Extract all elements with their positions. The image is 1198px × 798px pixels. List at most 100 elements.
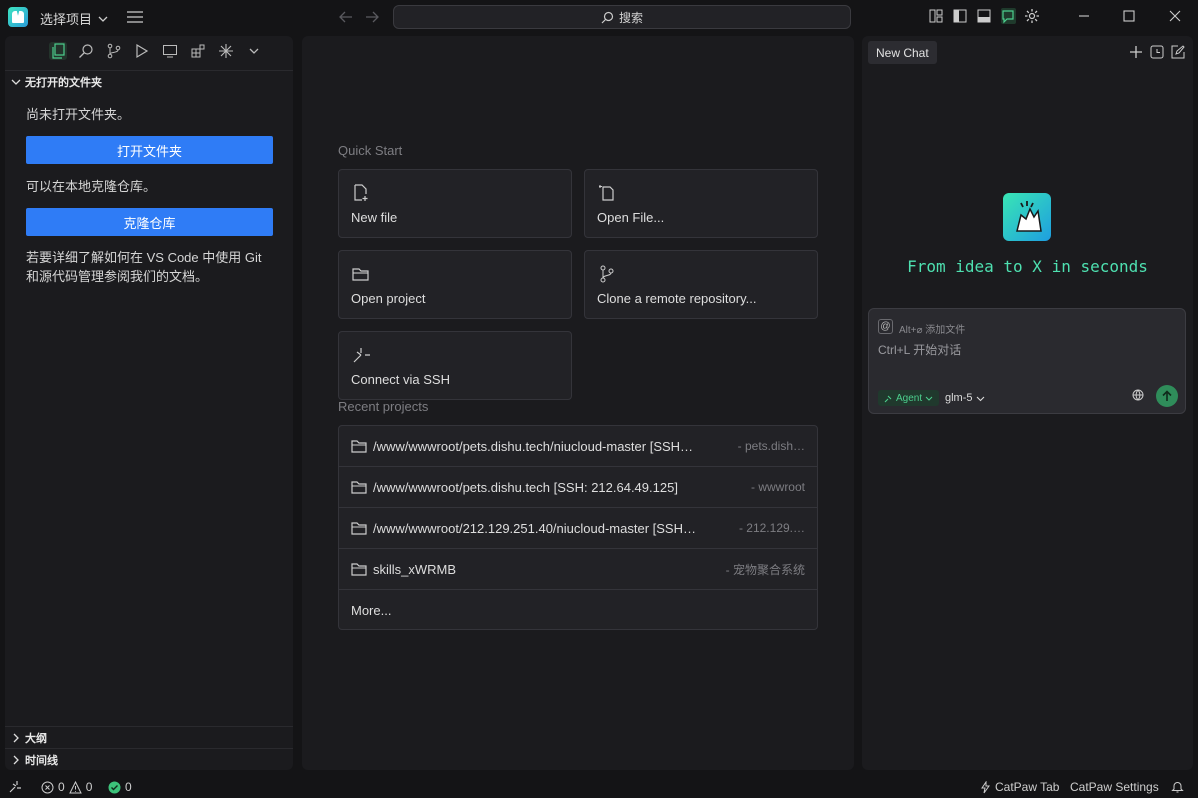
timeline-label: 时间线 xyxy=(25,754,58,767)
edit-icon[interactable] xyxy=(1171,45,1185,59)
error-icon xyxy=(41,781,54,793)
section-header-timeline[interactable]: 时间线 xyxy=(5,748,293,770)
more-views-dropdown[interactable] xyxy=(245,42,263,60)
status-bar: 0 0 0 CatPaw Tab CatPaw Settings xyxy=(0,777,1198,798)
check-status-indicator[interactable]: 0 xyxy=(108,780,132,794)
new-file-label: New file xyxy=(351,210,398,225)
error-count: 0 xyxy=(58,780,65,794)
clone-remote-label: Clone a remote repository... xyxy=(597,291,757,306)
forward-arrow-icon[interactable] xyxy=(365,10,379,24)
clone-repo-button[interactable]: 克隆仓库 xyxy=(26,208,273,236)
chevron-down-icon xyxy=(249,48,259,54)
recent-project-path: /www/wwwroot/pets.dishu.tech/niucloud-ma… xyxy=(373,438,694,454)
problems-indicator[interactable]: 0 0 xyxy=(41,780,92,794)
catpaw-tab[interactable] xyxy=(217,42,235,60)
remote-indicator-icon xyxy=(9,781,21,793)
explorer-tab[interactable] xyxy=(49,42,67,60)
new-file-icon xyxy=(354,184,368,201)
git-doc-line-1: 若要详细了解如何在 VS Code 中使用 Git xyxy=(26,250,262,265)
welcome-editor: Quick Start New file Open File... Open p… xyxy=(302,36,854,770)
settings-gear-icon[interactable] xyxy=(1024,8,1040,24)
mention-button[interactable]: @ xyxy=(878,319,893,334)
activity-bar xyxy=(49,42,263,60)
send-button[interactable] xyxy=(1156,385,1178,407)
customize-layout-icon[interactable] xyxy=(928,8,944,24)
section-header-no-folder[interactable]: 无打开的文件夹 xyxy=(5,70,293,92)
search-tab[interactable] xyxy=(77,42,95,60)
folder-icon xyxy=(351,440,367,453)
close-window-icon[interactable] xyxy=(1168,9,1182,23)
open-folder-button[interactable]: 打开文件夹 xyxy=(26,136,273,164)
chat-input-placeholder[interactable]: Ctrl+L 开始对话 xyxy=(878,341,961,358)
extensions-icon xyxy=(191,44,205,58)
minimize-window-icon[interactable] xyxy=(1077,9,1091,23)
git-branch-icon xyxy=(600,265,614,283)
sparkle-icon xyxy=(219,44,233,58)
run-debug-tab[interactable] xyxy=(133,42,151,60)
check-count: 0 xyxy=(125,780,132,794)
title-bar: 选择项目 搜索 xyxy=(0,0,1198,35)
git-doc-text: 若要详细了解如何在 VS Code 中使用 Git 和源代码管理参阅我们的文档。 xyxy=(26,248,261,286)
history-icon[interactable] xyxy=(1150,45,1164,59)
search-icon xyxy=(79,44,93,58)
open-file-icon xyxy=(599,185,614,201)
chevron-down-icon xyxy=(976,396,984,401)
catpaw-logo xyxy=(1003,193,1051,241)
toggle-chat-icon[interactable] xyxy=(1000,8,1016,24)
clone-remote-card[interactable]: Clone a remote repository... xyxy=(584,250,818,319)
add-file-hint[interactable]: Alt+⌀ 添加文件 xyxy=(899,321,965,336)
quick-start-title: Quick Start xyxy=(338,143,403,158)
project-select[interactable]: 选择项目 xyxy=(40,9,108,28)
bell-icon xyxy=(1171,782,1184,793)
catpaw-tab-status[interactable]: CatPaw Tab xyxy=(980,780,1059,794)
high-five-hands-icon xyxy=(1016,201,1042,232)
files-icon xyxy=(52,43,65,59)
globe-icon[interactable] xyxy=(1132,389,1144,401)
extensions-tab[interactable] xyxy=(189,42,207,60)
recent-project-item[interactable]: /www/wwwroot/pets.dishu.tech/niucloud-ma… xyxy=(339,426,817,467)
new-chat-tab[interactable]: New Chat xyxy=(868,41,937,64)
outline-label: 大纲 xyxy=(25,732,47,745)
chat-input-box[interactable]: @ Alt+⌀ 添加文件 Ctrl+L 开始对话 Agent glm-5 xyxy=(868,308,1186,414)
hamburger-menu-icon[interactable] xyxy=(126,10,144,24)
model-label: glm-5 xyxy=(945,392,973,404)
search-icon xyxy=(601,11,614,23)
recent-project-item[interactable]: skills_xWRMB - 宠物聚合系统 xyxy=(339,549,817,590)
recent-project-item[interactable]: /www/wwwroot/pets.dishu.tech [SSH: 212.6… xyxy=(339,467,817,508)
back-arrow-icon[interactable] xyxy=(339,10,353,24)
model-select[interactable]: glm-5 xyxy=(945,390,985,406)
maximize-window-icon[interactable] xyxy=(1122,9,1136,23)
open-file-card[interactable]: Open File... xyxy=(584,169,818,238)
catpaw-settings-label: CatPaw Settings xyxy=(1070,780,1159,794)
recent-project-item[interactable]: /www/wwwroot/212.129.251.40/niucloud-mas… xyxy=(339,508,817,549)
notifications-indicator[interactable] xyxy=(1171,780,1184,793)
toggle-primary-sidebar-icon[interactable] xyxy=(952,8,968,24)
more-label: More... xyxy=(351,603,392,618)
new-file-card[interactable]: New file xyxy=(338,169,572,238)
connect-ssh-card[interactable]: Connect via SSH xyxy=(338,331,572,400)
primary-sidebar: 无打开的文件夹 尚未打开文件夹。 打开文件夹 可以在本地克隆仓库。 克隆仓库 若… xyxy=(5,36,293,770)
recent-projects-list: /www/wwwroot/pets.dishu.tech/niucloud-ma… xyxy=(338,425,818,630)
remote-indicator[interactable] xyxy=(9,780,22,793)
clone-hint-text: 可以在本地克隆仓库。 xyxy=(26,179,157,194)
recent-project-path: /www/wwwroot/212.129.251.40/niucloud-mas… xyxy=(373,520,696,536)
remote-explorer-tab[interactable] xyxy=(161,42,179,60)
source-control-tab[interactable] xyxy=(105,42,123,60)
git-doc-line-2[interactable]: 和源代码管理参阅我们的文档。 xyxy=(26,267,261,286)
warning-count: 0 xyxy=(85,780,93,794)
command-search-box[interactable]: 搜索 xyxy=(393,5,851,29)
agent-mode-select[interactable]: Agent xyxy=(878,390,940,406)
open-project-card[interactable]: Open project xyxy=(338,250,572,319)
section-header-outline[interactable]: 大纲 xyxy=(5,726,293,748)
recent-project-path: skills_xWRMB xyxy=(373,561,457,577)
plus-icon[interactable] xyxy=(1129,45,1143,59)
more-recent-link[interactable]: More... xyxy=(339,590,817,629)
chevron-right-icon xyxy=(13,733,19,742)
toggle-panel-icon[interactable] xyxy=(976,8,992,24)
recent-project-desc: - pets.dish… xyxy=(737,439,805,453)
remote-connection-icon xyxy=(353,348,370,363)
app-logo xyxy=(8,7,28,27)
catpaw-settings-status[interactable]: CatPaw Settings xyxy=(1070,780,1159,794)
recent-project-desc: - 宠物聚合系统 xyxy=(725,562,805,577)
chat-toolbar xyxy=(1129,45,1185,59)
